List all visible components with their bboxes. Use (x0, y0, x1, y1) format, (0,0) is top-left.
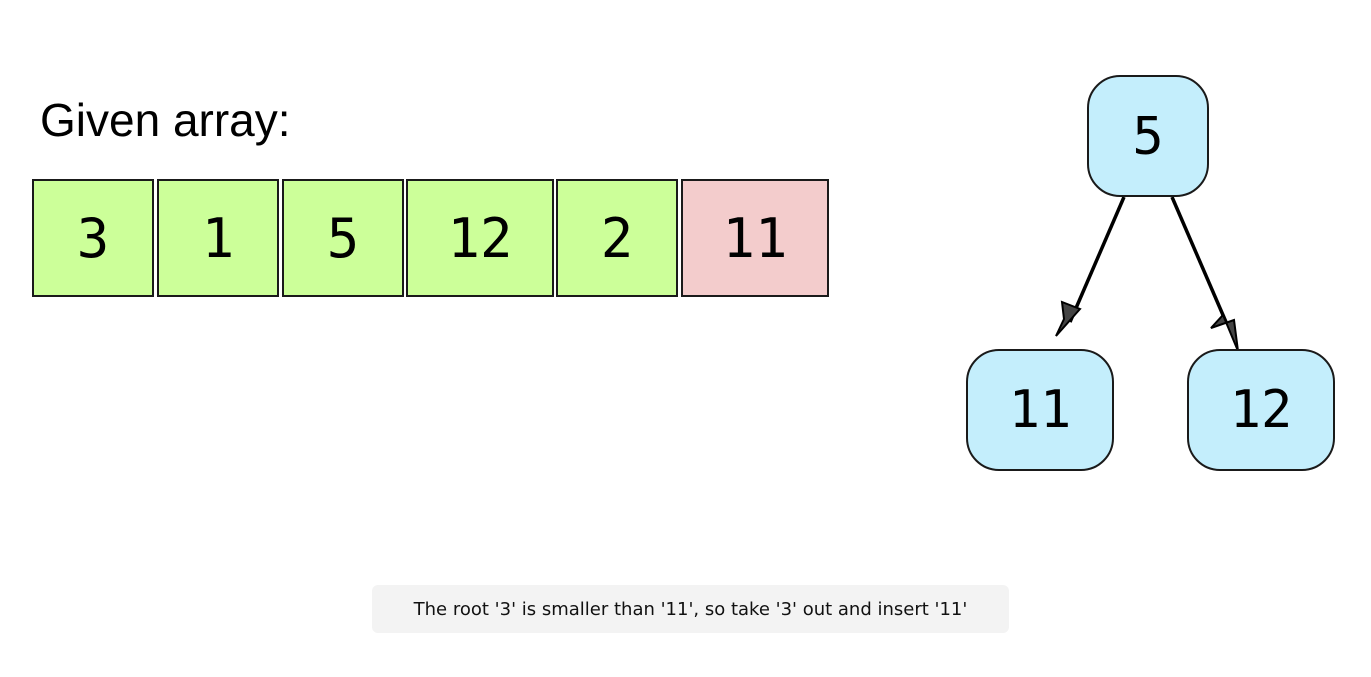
tree-node-left-label: 11 (1009, 380, 1072, 440)
tree-node-right-label: 12 (1230, 380, 1293, 440)
heap-tree: 5 11 12 (940, 60, 1360, 490)
array-cell: 5 (282, 179, 404, 297)
array-cell-current: 11 (681, 179, 829, 297)
array-title: Given array: (40, 94, 291, 146)
tree-node-root-label: 5 (1132, 107, 1163, 167)
array-cell: 12 (406, 179, 554, 297)
array-cell: 2 (556, 179, 678, 297)
tree-node-left: 11 (966, 349, 1114, 471)
edge-root-right (1170, 196, 1239, 352)
tree-node-right: 12 (1187, 349, 1335, 471)
array-cell: 1 (157, 179, 279, 297)
array-cell: 3 (32, 179, 154, 297)
edge-root-left (1055, 196, 1126, 337)
tree-node-root: 5 (1087, 75, 1209, 197)
step-caption: The root '3' is smaller than '11', so ta… (372, 585, 1009, 633)
heap-tree-svg: 5 11 12 (966, 75, 1335, 471)
